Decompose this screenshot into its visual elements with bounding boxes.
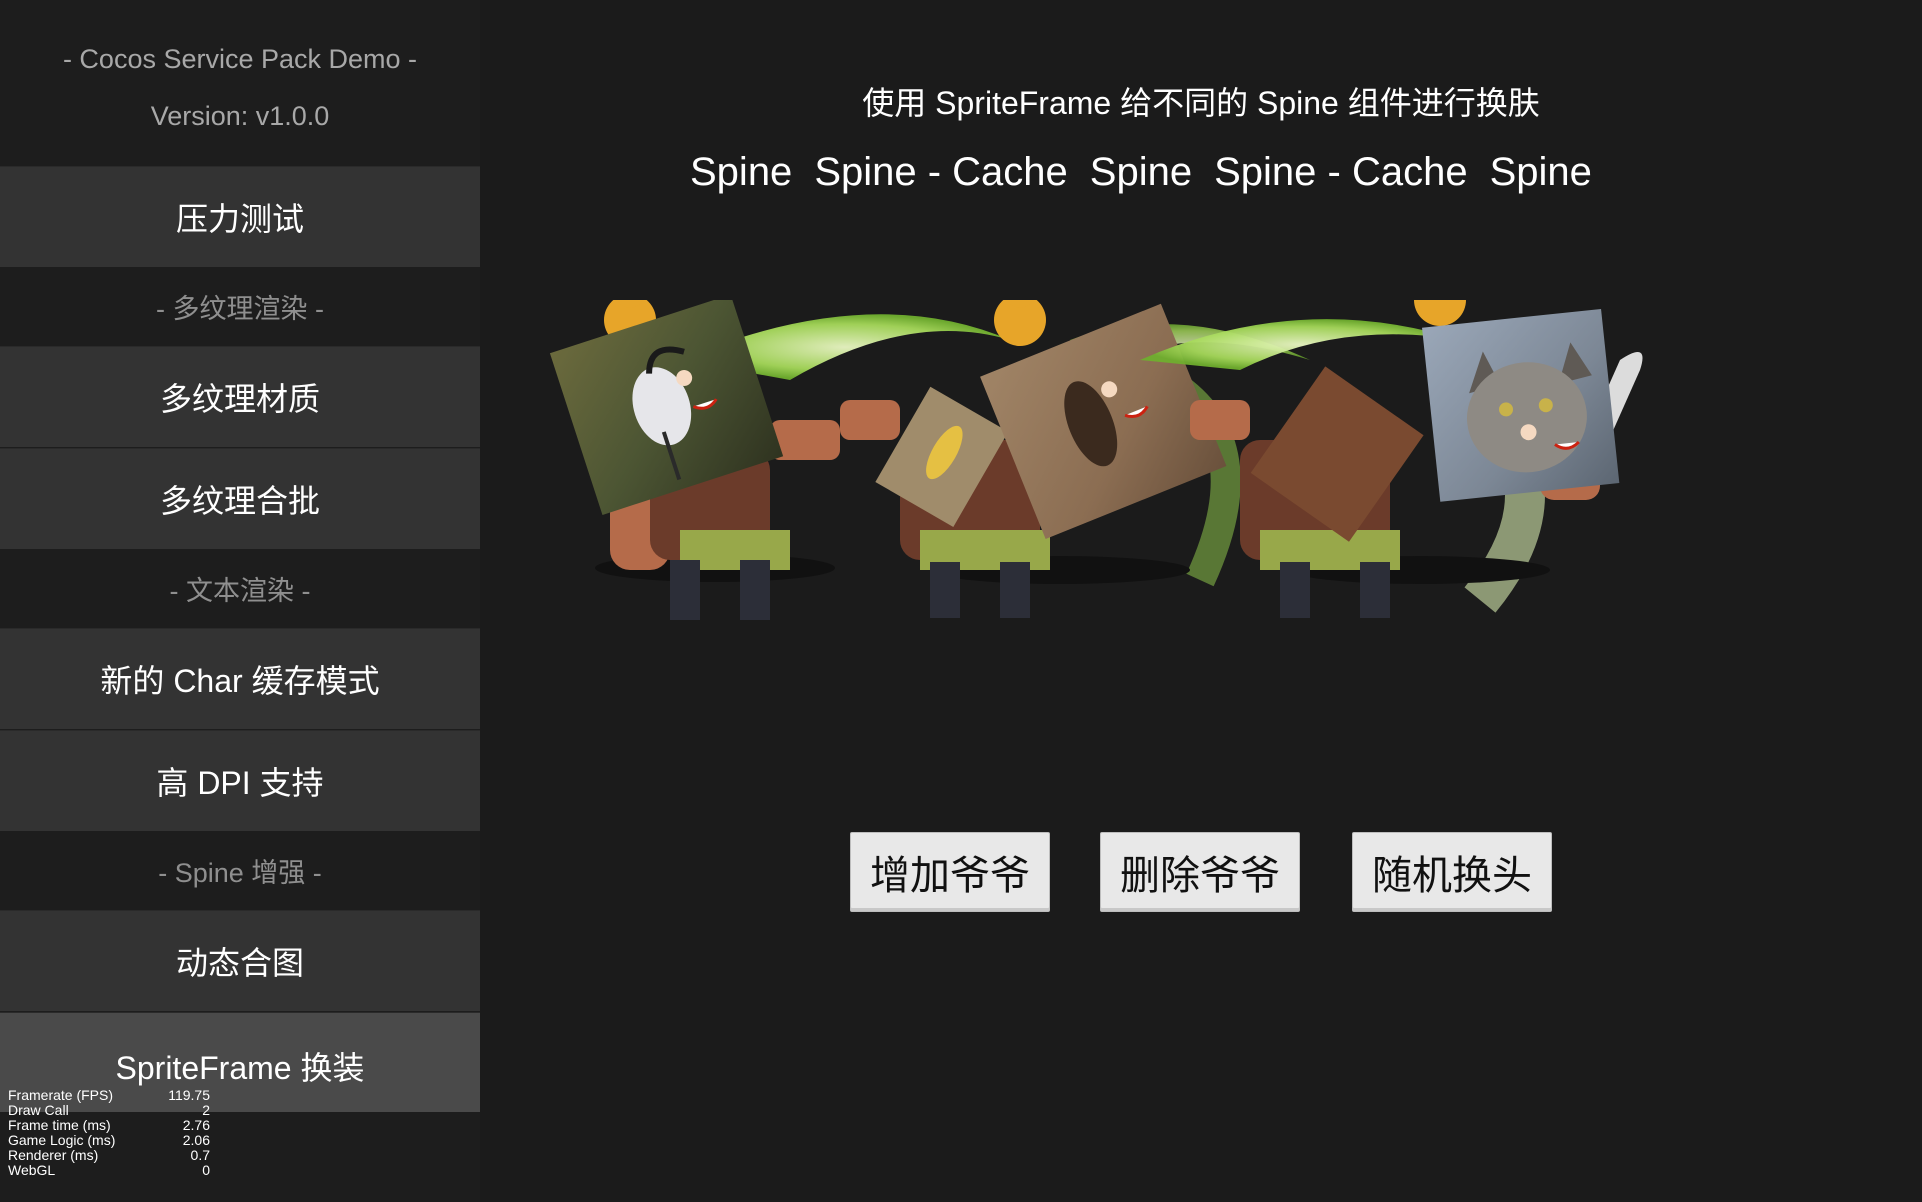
stat-label: Game Logic (ms) [8, 1132, 116, 1148]
spine-label: Spine - Cache [1214, 150, 1468, 194]
spine-label: Spine - Cache [814, 150, 1068, 194]
spine-label: Spine [1089, 150, 1193, 194]
stat-value: 2.76 [182, 1117, 210, 1133]
spine-labels: Spine Spine - Cache Spine Spine - Cache … [690, 150, 1610, 210]
remove-grandpa-button[interactable]: 删除爷爷 [1100, 832, 1300, 912]
menu-button-high-dpi[interactable]: 高 DPI 支持 [0, 730, 480, 831]
add-grandpa-button[interactable]: 增加爷爷 [850, 832, 1050, 912]
stat-value: 119.75 [168, 1087, 210, 1103]
stat-label: Renderer (ms) [8, 1147, 99, 1163]
app-title: - Cocos Service Pack Demo - [62, 44, 418, 74]
stats-overlay: Framerate (FPS) 119.75 Draw Call 2 Frame… [8, 1088, 210, 1178]
stat-value: 2.06 [182, 1132, 210, 1148]
stat-value: 0.7 [190, 1147, 210, 1163]
sidebar: - Cocos Service Pack Demo - Version: v1.… [0, 0, 480, 1202]
menu-button-dynamic-atlas[interactable]: 动态合图 [0, 910, 480, 1011]
stat-label: WebGL [8, 1162, 56, 1178]
app-root: - Cocos Service Pack Demo - Version: v1.… [0, 0, 1922, 1202]
menu-button-stress-test[interactable]: 压力测试 [0, 166, 480, 267]
stat-row-game-logic: Game Logic (ms) 2.06 [8, 1133, 210, 1148]
spine-scene [549, 300, 1643, 620]
stat-value: 2 [202, 1102, 210, 1118]
section-label-spine: - Spine 增强 - [158, 857, 322, 888]
stat-row-frame-time: Frame time (ms) 2.76 [8, 1118, 210, 1133]
app-version: Version: v1.0.0 [150, 101, 330, 131]
stat-value: 0 [202, 1162, 210, 1178]
spine-label: Spine [690, 150, 793, 194]
stat-row-draw-call: Draw Call 2 [8, 1103, 210, 1118]
stat-row-fps: Framerate (FPS) 119.75 [8, 1088, 210, 1103]
menu-button-multi-texture-batch[interactable]: 多纹理合批 [0, 448, 480, 549]
stat-row-webgl: WebGL 0 [8, 1163, 210, 1178]
section-label-multi-texture: - 多纹理渲染 - [156, 293, 324, 324]
demo-heading: 使用 SpriteFrame 给不同的 Spine 组件进行换肤 [862, 85, 1540, 121]
menu-button-multi-texture-material[interactable]: 多纹理材质 [0, 346, 480, 447]
stat-row-renderer: Renderer (ms) 0.7 [8, 1148, 210, 1163]
stat-label: Framerate (FPS) [8, 1087, 114, 1103]
random-head-button[interactable]: 随机换头 [1352, 832, 1552, 912]
stat-label: Frame time (ms) [8, 1117, 111, 1133]
spine-label: Spine [1489, 150, 1592, 194]
stat-label: Draw Call [8, 1102, 69, 1118]
section-label-text-rendering: - 文本渲染 - [169, 575, 311, 606]
menu-button-char-cache[interactable]: 新的 Char 缓存模式 [0, 628, 480, 729]
